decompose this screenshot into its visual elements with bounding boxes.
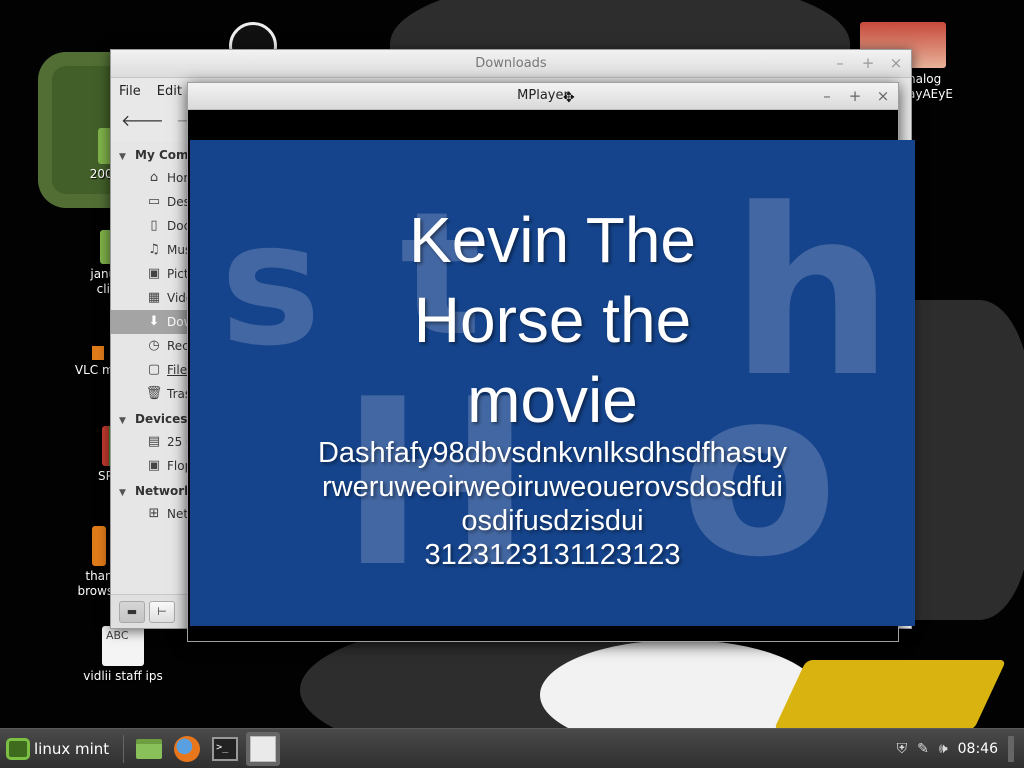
window-controls: – + × [820, 87, 890, 105]
menu-edit[interactable]: Edit [157, 84, 182, 99]
linux-mint-logo-icon [6, 737, 30, 760]
start-menu-label: linux mint [34, 739, 110, 758]
sidebar-item-documents[interactable]: ▯ Doc [111, 214, 197, 238]
taskbar: linux mint >_ ⛨ ✎ 🕪 08:46 [0, 728, 1024, 768]
status-bar: ▬ ⊢ [111, 594, 197, 628]
chevron-down-icon: ▼ [119, 152, 126, 162]
sidebar-section-my-computer[interactable]: ▼ My Com [111, 142, 197, 166]
sidebar-item-trash[interactable]: 🗑 Trasl [111, 382, 197, 406]
taskbar-separator [123, 734, 125, 763]
documents-icon: ▯ [150, 218, 158, 233]
start-menu-button[interactable]: linux mint [0, 729, 117, 768]
window-titlebar[interactable]: MPlayer ✥ – + × [188, 83, 898, 110]
taskbar-window-mplayer[interactable] [246, 731, 281, 766]
pictures-icon: ▣ [147, 266, 161, 281]
text-document-icon: ABC [102, 626, 144, 666]
window-title: MPlayer [517, 88, 569, 103]
video-title-line: Kevin The [409, 204, 696, 276]
video-body-line: osdifusdzisdui [461, 505, 644, 537]
sidebar-item-music[interactable]: ♫ Mus [111, 238, 197, 262]
sidebar-item-downloads[interactable]: ⬇ Dow [111, 310, 197, 334]
folder-icon [136, 738, 163, 759]
minimize-button[interactable]: – [833, 54, 847, 72]
sidebar-item-drive[interactable]: ▤ 25 G [111, 430, 197, 454]
video-title-line: movie [467, 364, 638, 436]
close-button[interactable]: × [876, 87, 890, 105]
sidebar-item-pictures[interactable]: ▣ Pictı [111, 262, 197, 286]
maximize-button[interactable]: + [861, 54, 875, 72]
sidebar-item-network[interactable]: ⊞ Netv [111, 502, 197, 526]
close-button[interactable]: × [889, 54, 903, 72]
video-body-line: Dashfafy98dbvsdnkvnlksdhsdfhasuy [317, 437, 788, 469]
shield-icon[interactable]: ⛨ [897, 741, 908, 757]
show-desktop-button[interactable] [1008, 735, 1014, 762]
menu-file[interactable]: File [119, 84, 141, 99]
trash-icon: 🗑 [145, 386, 163, 401]
video-title-line: Horse the [413, 284, 692, 356]
places-sidebar: ▼ My Com ⌂ Hor ▭ Des ▯ Doc ♫ Mus ▣ Pictı ▦ Vide… [111, 142, 197, 594]
downloads-icon: ⬇ [148, 314, 160, 329]
window-titlebar[interactable]: Downloads – + × [111, 50, 911, 78]
desktop-icon: ▭ [147, 194, 161, 209]
drive-icon: ▤ [147, 434, 161, 449]
sidebar-section-network[interactable]: ▼ Network [111, 478, 197, 502]
filesystem-icon: ▢ [147, 362, 161, 377]
launcher-firefox[interactable] [170, 732, 204, 766]
window-title: Downloads [475, 56, 547, 71]
sidebar-item-desktop[interactable]: ▭ Des [111, 190, 197, 214]
sidebar-item-recent[interactable]: ◷ Rece [111, 334, 197, 358]
clock[interactable]: 08:46 [958, 741, 998, 757]
sidebar-item-file-system[interactable]: ▢ File : [111, 358, 197, 382]
video-body-line: rweruweoirweoiruweouerovsdosdfui [322, 471, 783, 503]
video-body-line: 3123123131123123 [424, 539, 681, 571]
chevron-down-icon: ▼ [119, 416, 126, 426]
system-tray: ⛨ ✎ 🕪 08:46 [897, 735, 1024, 762]
pen-icon[interactable]: ✎ [917, 741, 929, 757]
music-icon: ♫ [148, 242, 160, 257]
browser-icon [92, 526, 106, 566]
launcher-terminal[interactable]: >_ [208, 732, 242, 766]
back-button[interactable]: 🡐 [121, 110, 164, 134]
video-frame[interactable]: s t h H o Kevin The Horse the movie Dash… [190, 140, 915, 626]
launcher-file-manager[interactable] [132, 732, 166, 766]
sidebar-item-videos[interactable]: ▦ Vide [111, 286, 197, 310]
mplayer-window[interactable]: MPlayer ✥ – + × s t h H o Kevin The Hors… [187, 82, 915, 642]
sidebar-item-home[interactable]: ⌂ Hor [111, 166, 197, 190]
terminal-icon: >_ [212, 736, 239, 761]
vlc-cone-icon [92, 346, 104, 360]
network-icon: ⊞ [148, 506, 160, 521]
window-controls: – + × [833, 54, 903, 72]
home-icon: ⌂ [149, 170, 159, 185]
videos-icon: ▦ [147, 290, 161, 305]
show-places-button[interactable]: ▬ [119, 601, 145, 623]
minimize-button[interactable]: – [820, 87, 834, 105]
sidebar-item-floppy[interactable]: ▣ Flop [111, 454, 197, 478]
move-cursor-icon: ✥ [563, 90, 575, 106]
video-body-text: Dashfafy98dbvsdnkvnlksdhsdfhasuy rweruwe… [190, 436, 915, 572]
floppy-icon: ▣ [147, 458, 161, 473]
firefox-icon [174, 735, 201, 762]
chevron-down-icon: ▼ [119, 488, 126, 498]
maximize-button[interactable]: + [848, 87, 862, 105]
volume-icon[interactable]: 🕪 [939, 741, 948, 757]
desktop-icon-vidlii-staff-ips[interactable]: ABC vidlii staff ips [68, 626, 178, 684]
wallpaper-shape [773, 660, 1007, 728]
recent-icon: ◷ [148, 338, 160, 353]
video-title-text: Kevin The Horse the movie [190, 200, 915, 440]
sidebar-section-devices[interactable]: ▼ Devices [111, 406, 197, 430]
show-tree-button[interactable]: ⊢ [149, 601, 175, 623]
window-icon [250, 735, 277, 762]
